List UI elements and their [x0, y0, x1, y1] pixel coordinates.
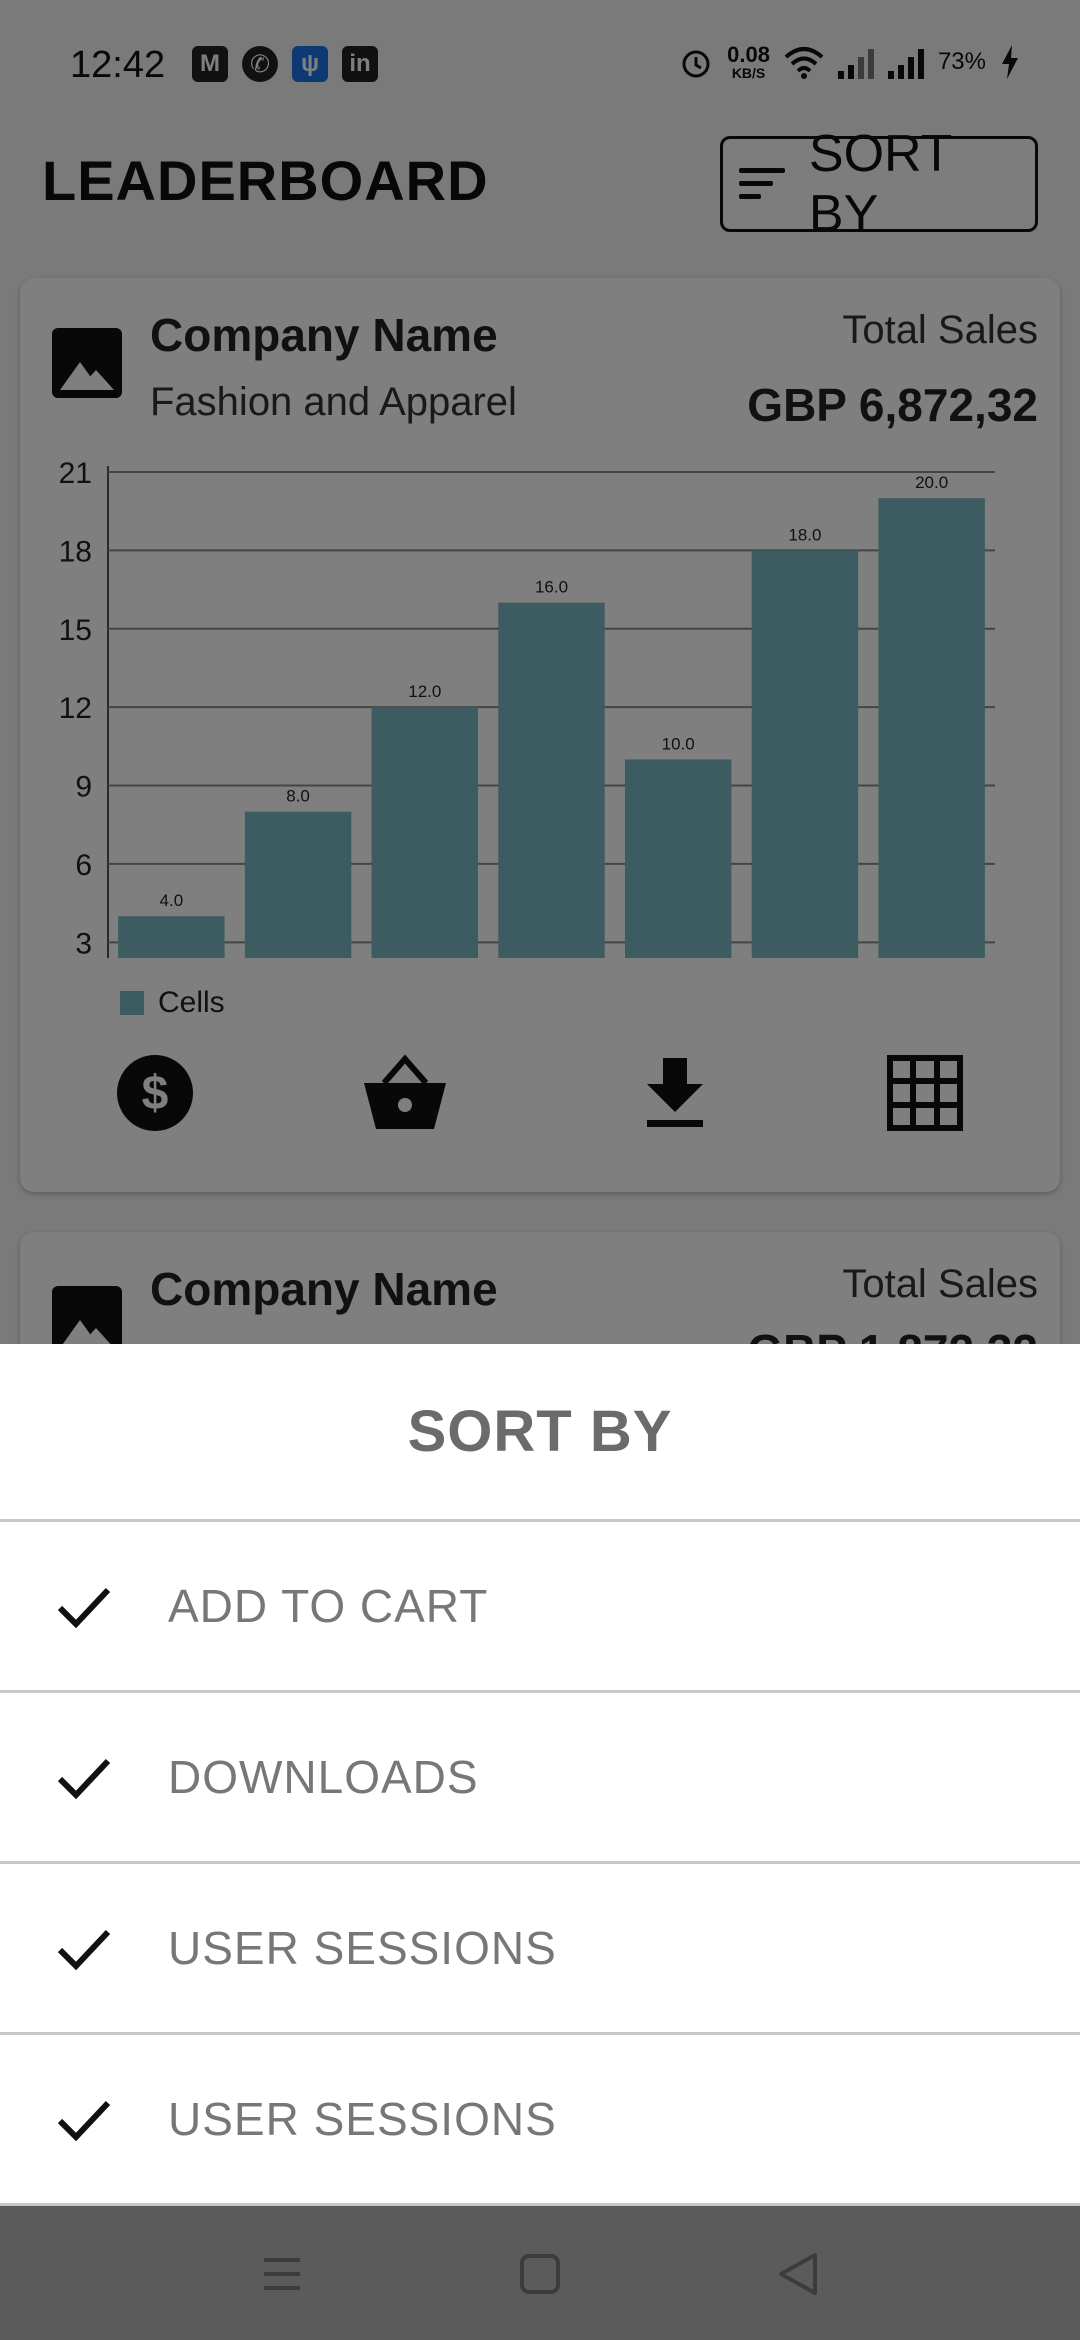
- back-triangle-icon[interactable]: [768, 2246, 828, 2302]
- sort-option-label: USER SESSIONS: [168, 1922, 557, 1974]
- sheet-title: SORT BY: [0, 1344, 1080, 1522]
- check-icon: [56, 1749, 112, 1805]
- system-nav-bar: [0, 2206, 1080, 2340]
- sort-by-sheet: SORT BY ADD TO CART DOWNLOADS USER SESSI…: [0, 1344, 1080, 2206]
- sort-option-label: ADD TO CART: [168, 1580, 489, 1632]
- sort-option-label: DOWNLOADS: [168, 1751, 479, 1803]
- sort-option-label: USER SESSIONS: [168, 2093, 557, 2145]
- menu-icon[interactable]: [252, 2246, 312, 2302]
- home-square-icon[interactable]: [510, 2246, 570, 2302]
- check-icon: [56, 2091, 112, 2147]
- check-icon: [56, 1578, 112, 1634]
- sort-option-add-to-cart[interactable]: ADD TO CART: [0, 1522, 1080, 1693]
- sort-option-user-sessions-2[interactable]: USER SESSIONS: [0, 2035, 1080, 2206]
- sort-option-user-sessions[interactable]: USER SESSIONS: [0, 1864, 1080, 2035]
- sort-option-downloads[interactable]: DOWNLOADS: [0, 1693, 1080, 1864]
- check-icon: [56, 1920, 112, 1976]
